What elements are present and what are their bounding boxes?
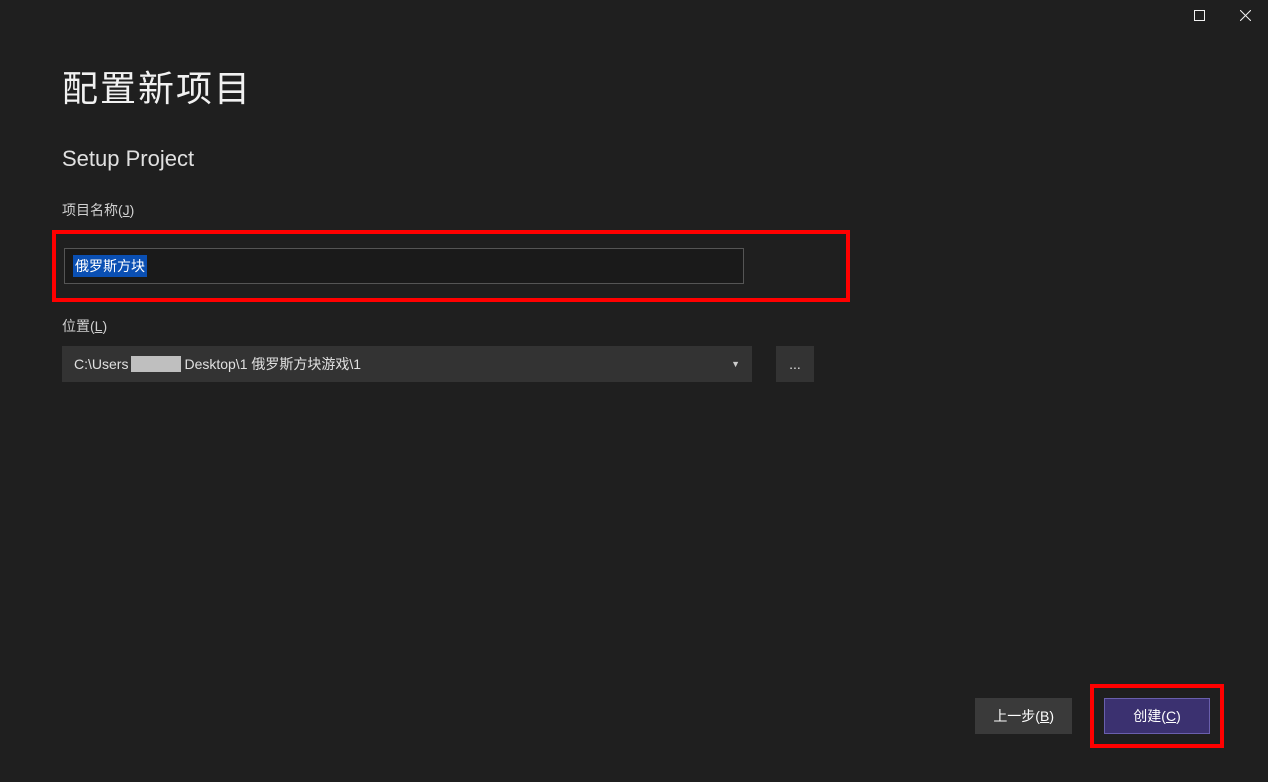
project-name-value: 俄罗斯方块 <box>73 255 147 277</box>
project-name-label: 项目名称(J) <box>62 200 1206 220</box>
create-button[interactable]: 创建(C) <box>1104 698 1210 734</box>
page-title: 配置新项目 <box>62 60 1206 112</box>
back-button[interactable]: 上一步(B) <box>975 698 1072 734</box>
project-name-highlight: 俄罗斯方块 <box>52 230 850 302</box>
browse-button[interactable]: ... <box>776 346 814 382</box>
maximize-button[interactable] <box>1176 0 1222 30</box>
close-icon <box>1240 10 1251 21</box>
title-bar <box>0 0 1268 30</box>
location-row: C:\Users Desktop\1 俄罗斯方块游戏\1 ▼ ... <box>62 346 1206 382</box>
maximize-icon <box>1194 10 1205 21</box>
location-label: 位置(L) <box>62 316 1206 336</box>
project-name-input[interactable]: 俄罗斯方块 <box>64 248 744 284</box>
chevron-down-icon: ▼ <box>731 359 740 369</box>
location-select[interactable]: C:\Users Desktop\1 俄罗斯方块游戏\1 ▼ <box>62 346 752 382</box>
redacted-segment <box>131 356 181 372</box>
location-value: C:\Users Desktop\1 俄罗斯方块游戏\1 <box>74 354 361 374</box>
close-button[interactable] <box>1222 0 1268 30</box>
page-subtitle: Setup Project <box>62 146 1206 172</box>
footer: 上一步(B) 创建(C) <box>975 684 1224 748</box>
content-area: 配置新项目 Setup Project 项目名称(J) 俄罗斯方块 位置(L) … <box>0 30 1268 382</box>
create-button-highlight: 创建(C) <box>1090 684 1224 748</box>
